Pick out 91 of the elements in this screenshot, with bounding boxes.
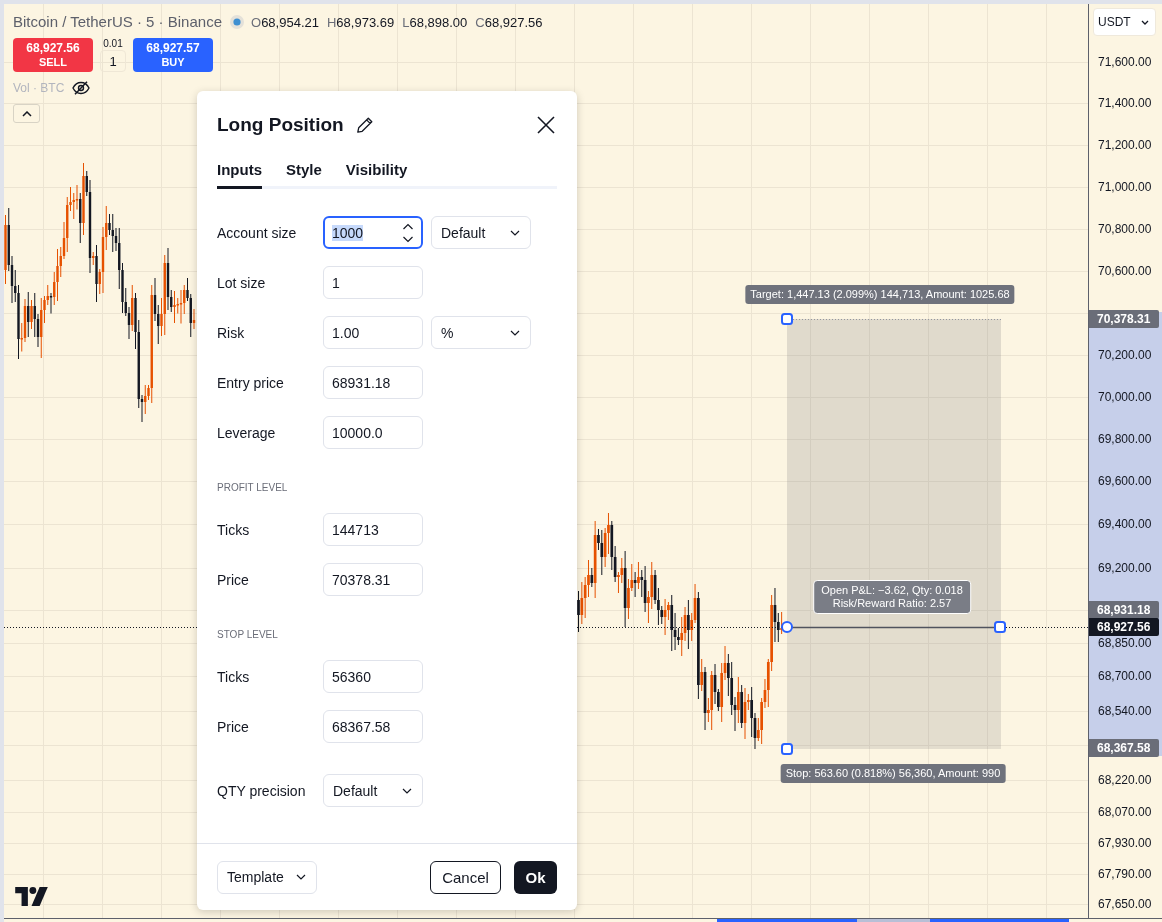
chevron-down-icon <box>402 787 412 794</box>
price-label: 68,700.00 <box>1098 668 1152 684</box>
target-label: Target: 1,447.13 (2.099%) 144,713, Amount: 1025.68 <box>745 285 1015 304</box>
input-field[interactable]: 1.00 <box>323 316 423 349</box>
entry-price-tag: 68,931.18 <box>1089 601 1159 619</box>
input-field[interactable]: 68367.58 <box>323 710 423 743</box>
field-label: Ticks <box>217 521 251 538</box>
dropdown[interactable]: Default <box>431 216 531 249</box>
close-icon <box>537 116 555 134</box>
close-button[interactable] <box>535 114 557 136</box>
spread-value: 0.01 <box>103 38 123 50</box>
pencil-icon[interactable] <box>355 116 374 134</box>
ohlc-label: L <box>402 14 410 30</box>
price-label: 71,400.00 <box>1098 95 1152 111</box>
resize-handle[interactable] <box>994 621 1006 633</box>
section-heading: PROFIT LEVEL <box>217 481 289 495</box>
tab[interactable]: Inputs <box>217 153 262 189</box>
dropdown[interactable]: Default <box>323 774 423 807</box>
chevron-up-icon <box>21 110 32 117</box>
price-label: 69,800.00 <box>1098 431 1152 447</box>
input-field[interactable]: 68931.18 <box>323 366 423 399</box>
ohlc-value: 68,927.56 <box>484 14 543 30</box>
price-label: 70,800.00 <box>1098 221 1152 237</box>
input-field[interactable]: 1 <box>323 266 423 299</box>
status-dot-icon <box>230 15 244 29</box>
price-label: 69,600.00 <box>1098 473 1152 489</box>
field-label: Entry price <box>217 374 285 391</box>
field-label: Risk <box>217 324 246 341</box>
ohlc-label: H <box>326 14 337 30</box>
last-price-tag: 68,927.56 <box>1089 618 1159 636</box>
ohlc-value: 68,973.69 <box>336 14 395 30</box>
dialog-title: Long Position <box>217 113 344 137</box>
price-label: 69,200.00 <box>1098 560 1152 576</box>
input-field[interactable]: 70378.31 <box>323 563 423 596</box>
position-stats-label: Open P&L: −3.62, Qty: 0.018 Risk/Reward Ratio: 2.57 <box>813 580 971 614</box>
indicator-label: Vol · BTC <box>13 81 65 95</box>
price-label: 68,220.00 <box>1098 772 1152 788</box>
price-label: 71,600.00 <box>1098 54 1152 70</box>
sell-button[interactable]: 68,927.56 SELL <box>13 38 93 72</box>
price-label: 67,790.00 <box>1098 866 1152 882</box>
price-label: 71,200.00 <box>1098 137 1152 153</box>
price-label: 71,000.00 <box>1098 179 1152 195</box>
price-label: 68,070.00 <box>1098 804 1152 820</box>
stop-price-tag: 68,367.58 <box>1089 739 1159 757</box>
field-label: QTY precision <box>217 782 307 799</box>
field-label: Lot size <box>217 274 267 291</box>
input-field[interactable]: 1000 <box>323 216 423 249</box>
price-label: 70,200.00 <box>1098 347 1152 363</box>
price-label: 68,540.00 <box>1098 703 1152 719</box>
price-label: 67,650.00 <box>1098 896 1152 912</box>
ohlc-label: C <box>475 14 485 30</box>
price-label: 68,850.00 <box>1098 635 1152 651</box>
target-price-tag: 70,378.31 <box>1089 310 1159 328</box>
symbol-title: Bitcoin / TetherUS · 5 · Binance <box>13 12 222 32</box>
field-label: Leverage <box>217 424 277 441</box>
dropdown[interactable]: Template <box>217 860 317 894</box>
field-label: Ticks <box>217 668 251 685</box>
resize-handle[interactable] <box>781 743 793 755</box>
chevron-down-icon <box>510 329 520 336</box>
price-label: 67,930.00 <box>1098 835 1152 851</box>
ohlc-value: 68,954.21 <box>261 14 319 30</box>
ok-button[interactable]: Ok <box>514 860 557 894</box>
tab[interactable]: Visibility <box>345 153 408 189</box>
input-field[interactable]: 56360 <box>323 660 423 693</box>
dropdown[interactable]: % <box>431 316 531 349</box>
chevron-down-icon <box>296 874 306 880</box>
tab[interactable]: Style <box>286 153 322 189</box>
collapse-button[interactable] <box>13 104 40 123</box>
chevron-down-icon <box>510 229 520 236</box>
eye-crossed-icon[interactable] <box>72 81 91 95</box>
resize-handle[interactable] <box>781 313 793 325</box>
input-field[interactable]: 10000.0 <box>323 416 423 449</box>
buy-button[interactable]: 68,927.57 BUY <box>133 38 213 72</box>
ohlc-value: 68,898.00 <box>409 14 468 30</box>
ohlc-label: O <box>251 14 262 30</box>
spinner-icon[interactable] <box>402 221 414 244</box>
logo-icon[interactable] <box>15 887 48 906</box>
entry-handle[interactable] <box>781 621 793 633</box>
field-label: Account size <box>217 224 298 241</box>
price-label: 70,600.00 <box>1098 263 1152 279</box>
currency-dropdown[interactable]: USDT <box>1093 8 1156 36</box>
input-field[interactable]: 144713 <box>323 513 423 546</box>
field-label: Price <box>217 571 250 588</box>
price-label: 69,400.00 <box>1098 516 1152 532</box>
field-label: Price <box>217 718 250 735</box>
stop-label: Stop: 563.60 (0.818%) 56,360, Amount: 990 <box>780 764 1006 783</box>
price-label: 70,000.00 <box>1098 389 1152 405</box>
quantity-field[interactable]: 1 <box>100 50 126 72</box>
chevron-down-icon <box>1141 19 1149 25</box>
section-heading: STOP LEVEL <box>217 628 279 642</box>
cancel-button[interactable]: Cancel <box>430 860 501 894</box>
